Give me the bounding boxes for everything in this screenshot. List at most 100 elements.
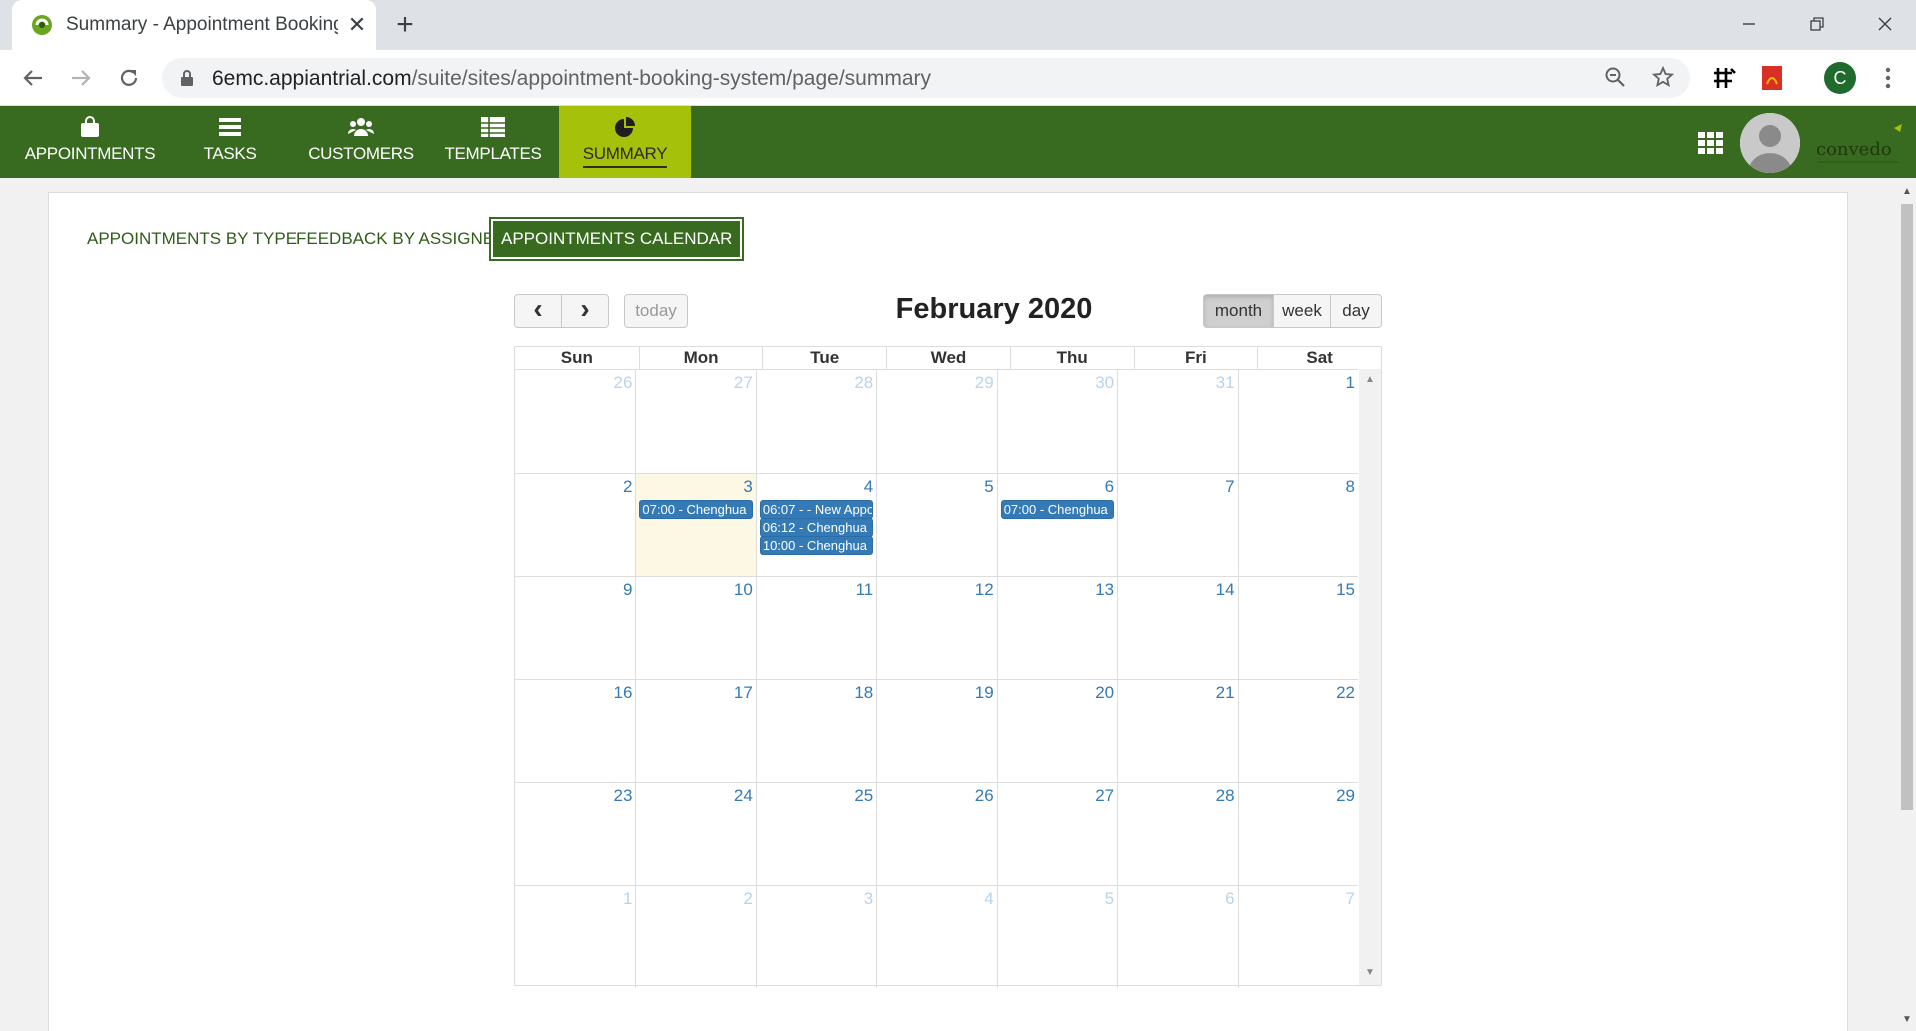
day-number[interactable]: 26: [614, 373, 633, 393]
day-number[interactable]: 20: [1095, 683, 1114, 703]
day-number[interactable]: 1: [623, 889, 632, 909]
day-number[interactable]: 11: [856, 580, 874, 600]
calendar-day-cell[interactable]: 14: [1117, 576, 1238, 679]
profile-avatar[interactable]: C: [1824, 62, 1856, 94]
day-number[interactable]: 8: [1346, 477, 1355, 497]
day-number[interactable]: 17: [734, 683, 753, 703]
day-number[interactable]: 21: [1216, 683, 1235, 703]
day-number[interactable]: 4: [864, 477, 873, 497]
calendar-day-cell[interactable]: 8: [1237, 473, 1358, 576]
calendar-day-cell[interactable]: 19: [876, 679, 997, 782]
day-number[interactable]: 4: [984, 889, 993, 909]
calendar-day-cell[interactable]: 7: [1117, 473, 1238, 576]
nav-item-appointments[interactable]: APPOINTMENTS: [20, 106, 160, 178]
calendar-day-cell[interactable]: 7: [1237, 885, 1358, 988]
extension-icon[interactable]: [1710, 64, 1738, 92]
view-week-button[interactable]: week: [1273, 294, 1331, 328]
calendar-day-cell[interactable]: 28: [1117, 782, 1238, 885]
calendar-day-cell[interactable]: 31: [1117, 370, 1237, 473]
calendar-day-cell[interactable]: 27: [996, 782, 1118, 885]
restore-window-icon[interactable]: [1790, 6, 1844, 40]
day-number[interactable]: 16: [614, 683, 633, 703]
calendar-event[interactable]: 10:00 - Chenghua: [759, 536, 874, 555]
calendar-day-cell[interactable]: 5: [996, 885, 1118, 988]
day-number[interactable]: 13: [1095, 580, 1114, 600]
reload-icon[interactable]: [112, 63, 146, 93]
star-icon[interactable]: [1650, 65, 1676, 92]
address-bar[interactable]: 6emc.appiantrial.com/suite/sites/appoint…: [162, 58, 1690, 98]
day-number[interactable]: 18: [854, 683, 873, 703]
view-month-button[interactable]: month: [1203, 294, 1274, 328]
calendar-scroll-down-icon[interactable]: ▼: [1364, 967, 1376, 979]
calendar-day-cell[interactable]: 15: [1237, 576, 1358, 679]
close-window-icon[interactable]: [1858, 6, 1912, 40]
day-number[interactable]: 3: [743, 477, 752, 497]
calendar-day-cell[interactable]: 3 07:00 - Chenghua: [635, 473, 756, 576]
pdf-extension-icon[interactable]: [1758, 64, 1786, 92]
calendar-day-cell[interactable]: 17: [635, 679, 756, 782]
calendar-day-cell[interactable]: 1: [1237, 370, 1358, 473]
calendar-day-cell[interactable]: 5: [876, 473, 997, 576]
day-number[interactable]: 6: [1225, 889, 1234, 909]
nav-item-summary[interactable]: SUMMARY: [559, 106, 691, 178]
day-number[interactable]: 25: [854, 786, 873, 806]
scroll-down-icon[interactable]: ▼: [1901, 1014, 1913, 1026]
nav-item-customers[interactable]: CUSTOMERS: [300, 106, 422, 178]
nav-item-templates[interactable]: TEMPLATES: [440, 106, 546, 178]
calendar-day-cell[interactable]: 9: [515, 576, 636, 679]
calendar-day-cell[interactable]: 1: [515, 885, 636, 988]
subtab-appointments-calendar[interactable]: APPOINTMENTS CALENDAR: [491, 219, 743, 259]
day-number[interactable]: 14: [1216, 580, 1235, 600]
view-day-button[interactable]: day: [1330, 294, 1382, 328]
calendar-event[interactable]: 06:12 - Chenghua: [759, 518, 874, 537]
day-number[interactable]: 26: [975, 786, 994, 806]
calendar-day-cell[interactable]: 2: [635, 885, 756, 988]
calendar-day-cell[interactable]: 11: [755, 576, 877, 679]
tab-close-icon[interactable]: ✕: [344, 12, 370, 38]
subtab-feedback-by-assignee[interactable]: FEEDBACK BY ASSIGNEE: [296, 219, 505, 259]
day-number[interactable]: 27: [734, 373, 753, 393]
day-number[interactable]: 9: [623, 580, 632, 600]
calendar-day-cell[interactable]: 21: [1117, 679, 1238, 782]
calendar-event[interactable]: 07:00 - Chenghua: [639, 500, 753, 519]
calendar-day-cell[interactable]: 25: [755, 782, 877, 885]
calendar-day-cell[interactable]: 16: [515, 679, 636, 782]
day-number[interactable]: 2: [623, 477, 632, 497]
day-number[interactable]: 15: [1336, 580, 1355, 600]
calendar-day-cell[interactable]: 29: [1237, 782, 1358, 885]
day-number[interactable]: 29: [975, 373, 994, 393]
day-number[interactable]: 19: [975, 683, 994, 703]
minimize-window-icon[interactable]: [1722, 6, 1776, 40]
calendar-day-cell[interactable]: 6 07:00 - Chenghua: [996, 473, 1118, 576]
user-avatar[interactable]: [1740, 113, 1800, 173]
day-number[interactable]: 28: [1216, 786, 1235, 806]
calendar-day-cell[interactable]: 30: [996, 370, 1117, 473]
browser-tab[interactable]: Summary - Appointment Booking ✕: [12, 0, 376, 50]
day-number[interactable]: 5: [1105, 889, 1114, 909]
calendar-day-cell[interactable]: 4: [876, 885, 997, 988]
day-number[interactable]: 30: [1095, 373, 1114, 393]
calendar-day-cell[interactable]: 22: [1237, 679, 1358, 782]
day-number[interactable]: 7: [1225, 477, 1234, 497]
day-number[interactable]: 6: [1105, 477, 1114, 497]
forward-icon[interactable]: [64, 63, 98, 93]
calendar-day-cell[interactable]: 18: [755, 679, 877, 782]
calendar-day-cell[interactable]: 10: [635, 576, 756, 679]
scroll-up-icon[interactable]: ▲: [1901, 186, 1913, 198]
calendar-scroll-up-icon[interactable]: ▲: [1364, 374, 1376, 386]
calendar-scrollbar[interactable]: ▲ ▼: [1359, 369, 1381, 985]
day-number[interactable]: 1: [1346, 373, 1355, 393]
calendar-day-cell[interactable]: 3: [755, 885, 877, 988]
calendar-day-cell[interactable]: 26: [515, 370, 635, 473]
calendar-day-cell[interactable]: 27: [635, 370, 755, 473]
day-number[interactable]: 23: [614, 786, 633, 806]
day-number[interactable]: 12: [975, 580, 994, 600]
nav-item-tasks[interactable]: TASKS: [180, 106, 280, 178]
day-number[interactable]: 10: [734, 580, 753, 600]
back-icon[interactable]: [16, 63, 50, 93]
day-number[interactable]: 31: [1216, 373, 1235, 393]
calendar-day-cell[interactable]: 13: [996, 576, 1118, 679]
day-number[interactable]: 27: [1095, 786, 1114, 806]
day-number[interactable]: 22: [1336, 683, 1355, 703]
new-tab-button[interactable]: +: [390, 10, 420, 40]
